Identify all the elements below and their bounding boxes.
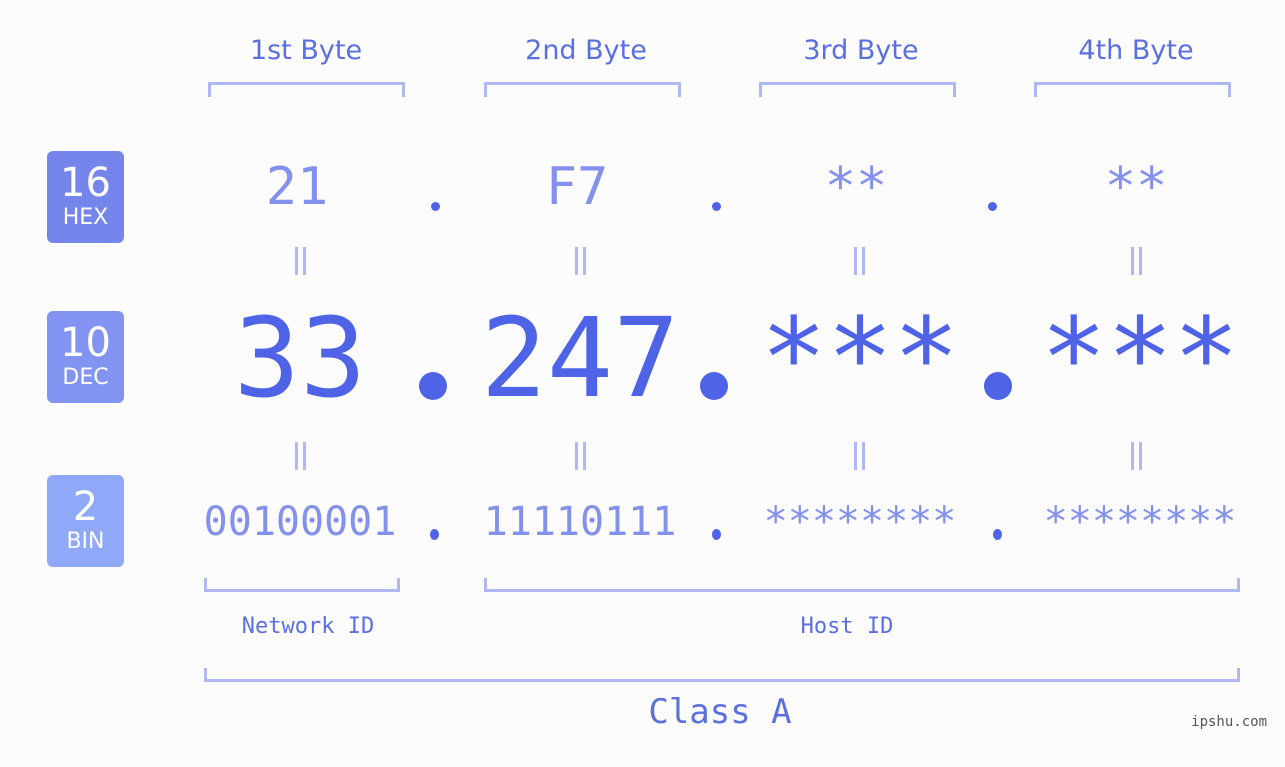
byte-3-bracket: [759, 82, 956, 97]
bin-separator-dot: [430, 529, 439, 540]
equals-icon: [1129, 247, 1143, 275]
ip-class-label: Class A: [648, 692, 792, 732]
equals-icon: [852, 442, 866, 470]
bin-byte-2: 11110111: [483, 499, 677, 545]
watermark: ipshu.com: [1191, 714, 1267, 730]
equals-icon: [573, 442, 587, 470]
dec-byte-3: ***: [760, 294, 960, 422]
host-id-label: Host ID: [800, 614, 894, 639]
equals-icon: [293, 247, 307, 275]
dec-separator-dot: [419, 372, 447, 400]
hex-byte-1: 21: [265, 157, 329, 217]
hex-base-label: HEX: [62, 205, 109, 230]
dec-base-number: 10: [60, 320, 111, 366]
dec-badge: 10 DEC: [47, 311, 124, 403]
byte-4-label: 4th Byte: [1078, 35, 1194, 66]
dec-separator-dot: [984, 372, 1012, 400]
dec-base-label: DEC: [62, 365, 109, 390]
byte-4-bracket: [1034, 82, 1231, 97]
bin-byte-4: ********: [1043, 499, 1237, 545]
byte-1-label: 1st Byte: [249, 35, 363, 66]
hex-separator-dot: [988, 202, 997, 211]
equals-icon: [852, 247, 866, 275]
hex-separator-dot: [712, 202, 721, 211]
hex-byte-2: F7: [545, 157, 609, 217]
equals-icon: [293, 442, 307, 470]
dec-separator-dot: [700, 372, 728, 400]
bin-base-label: BIN: [66, 529, 105, 554]
byte-3-label: 3rd Byte: [803, 35, 919, 66]
hex-byte-4: **: [1104, 157, 1168, 217]
hex-badge: 16 HEX: [47, 151, 124, 243]
byte-2-bracket: [484, 82, 681, 97]
byte-1-bracket: [208, 82, 405, 97]
bin-separator-dot: [993, 529, 1002, 540]
equals-icon: [1129, 442, 1143, 470]
dec-byte-2: 247: [480, 294, 680, 422]
hex-base-number: 16: [60, 160, 111, 206]
byte-2-label: 2nd Byte: [525, 35, 647, 66]
dec-byte-4: ***: [1040, 294, 1240, 422]
hex-byte-3: **: [824, 157, 888, 217]
bin-separator-dot: [712, 529, 721, 540]
bin-badge: 2 BIN: [47, 475, 124, 567]
hex-separator-dot: [431, 202, 440, 211]
host-id-bracket: [484, 578, 1240, 592]
class-bracket: [204, 668, 1240, 682]
network-id-bracket: [204, 578, 400, 592]
bin-base-number: 2: [72, 484, 99, 530]
network-id-label: Network ID: [241, 614, 375, 639]
bin-byte-1: 00100001: [203, 499, 397, 545]
dec-byte-1: 33: [233, 294, 367, 422]
bin-byte-3: ********: [763, 499, 957, 545]
equals-icon: [573, 247, 587, 275]
